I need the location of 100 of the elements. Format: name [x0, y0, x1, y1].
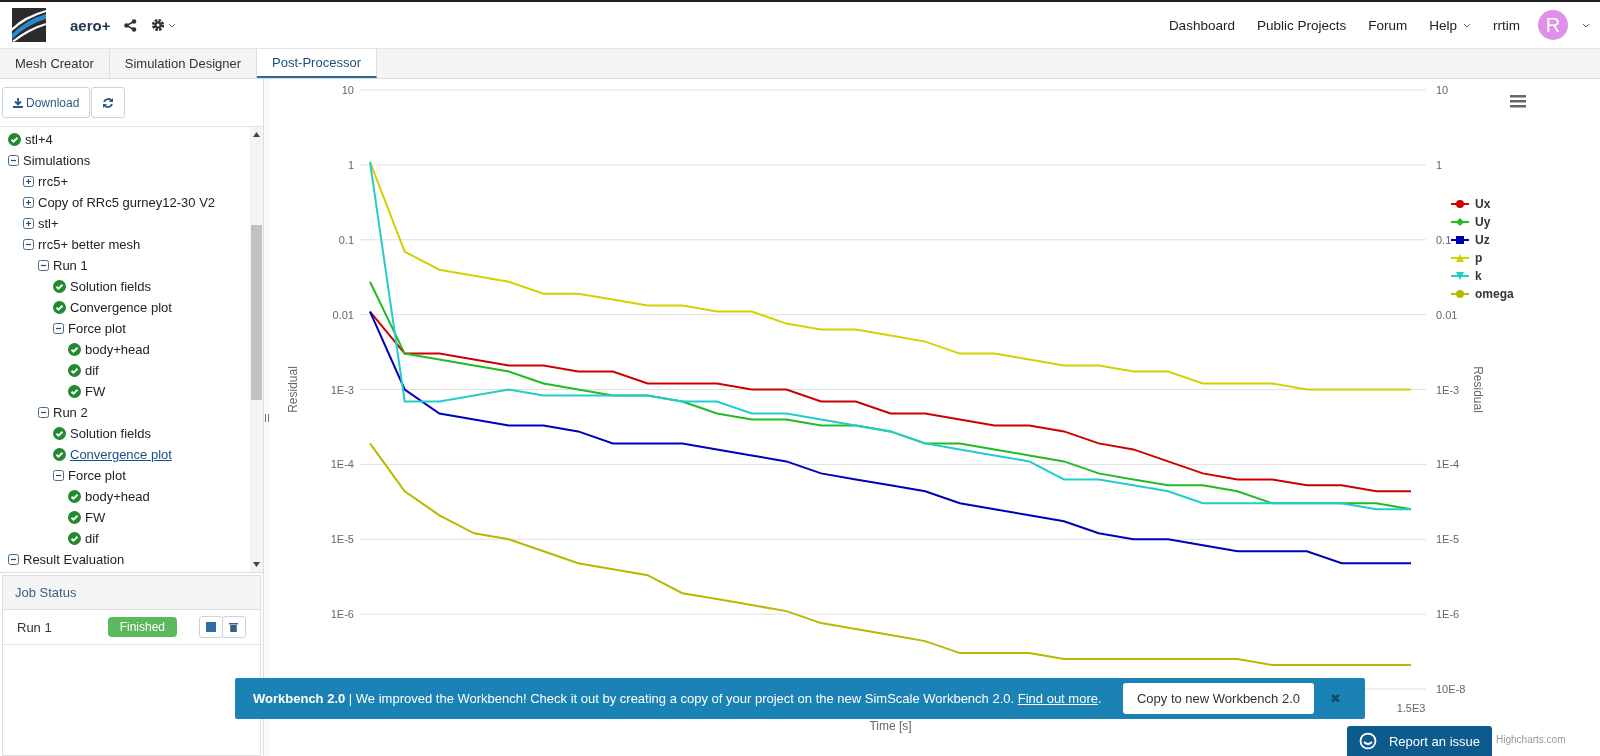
axis-label: 1 [347, 158, 354, 171]
axis-label: 1E-6 [330, 608, 354, 621]
check-circle-icon [68, 364, 81, 377]
scroll-up-icon[interactable] [253, 132, 260, 137]
collapse-icon[interactable] [38, 260, 49, 271]
check-circle-icon [68, 532, 81, 545]
tree-item[interactable]: Convergence plot [0, 297, 250, 318]
tree-item[interactable]: Run 1 [0, 255, 250, 276]
check-circle-icon [53, 301, 66, 314]
job-name: Run 1 [17, 619, 53, 635]
refresh-button[interactable] [91, 87, 126, 118]
stop-icon [205, 622, 216, 632]
axis-label: 0.1 [1436, 233, 1452, 246]
axis-label: 1E-4 [330, 458, 354, 471]
axis-label: 1E-4 [1436, 458, 1460, 471]
nav-link[interactable]: Dashboard [1164, 17, 1239, 33]
tree-item[interactable]: Simulations [0, 150, 250, 171]
axis-title: Residual [1471, 366, 1485, 413]
axis-label: 1 [1436, 158, 1443, 171]
expand-icon[interactable] [23, 218, 34, 229]
nav-link[interactable]: Help [1425, 17, 1475, 33]
tree-item[interactable]: Solution fields [0, 276, 250, 297]
tree-item[interactable]: rrc5+ [0, 171, 250, 192]
caret-icon[interactable] [1582, 22, 1590, 28]
axis-label: 1E-3 [1436, 383, 1460, 396]
check-circle-icon [68, 385, 81, 398]
axis-label: 0.1 [338, 233, 354, 246]
caret-icon [1463, 22, 1471, 28]
copy-button[interactable]: Copy to new Workbench 2.0 [1122, 683, 1314, 714]
delete-button[interactable] [221, 616, 246, 638]
check-circle-icon [68, 511, 81, 524]
tree-item[interactable]: body+head [0, 339, 250, 360]
axis-label: 1E-5 [1436, 533, 1460, 546]
tab[interactable]: Post-Processor [257, 49, 377, 78]
collapse-icon[interactable] [23, 239, 34, 250]
axis-label: 10 [341, 84, 354, 96]
stop-button[interactable] [198, 616, 223, 638]
report-issue-button[interactable]: Report an issue [1347, 726, 1492, 756]
legend-item[interactable]: Uz [1450, 233, 1490, 247]
tree-item[interactable]: body+head [0, 486, 250, 507]
legend-item[interactable]: Ux [1450, 197, 1491, 211]
banner-message: Workbench 2.0 | We improved the Workbench! Check it out by creating a copy of your project on the new SimScale Workbench 2.0. Find out more. [253, 691, 1103, 706]
nav-link[interactable]: Public Projects [1252, 17, 1351, 33]
axis-label: 10 [1436, 84, 1449, 96]
tab[interactable]: Mesh Creator [0, 49, 110, 78]
check-circle-icon [53, 427, 66, 440]
collapse-icon[interactable] [38, 407, 49, 418]
nav-link[interactable]: Forum [1364, 17, 1412, 33]
check-circle-icon [68, 490, 81, 503]
scrollbar[interactable] [250, 127, 263, 572]
status-badge: Finished [107, 617, 177, 637]
tree-item[interactable]: FW [0, 507, 250, 528]
axis-label: 0.01 [1436, 308, 1458, 321]
tree-item[interactable]: rrc5+ better mesh [0, 234, 250, 255]
axis-label: 1E-3 [330, 383, 354, 396]
menu-icon[interactable] [1510, 95, 1526, 108]
legend-item[interactable]: p [1450, 251, 1483, 265]
tree-item[interactable]: Result Evaluation [0, 549, 250, 570]
tree-item[interactable]: Copy of RRc5 gurney12-30 V2 [0, 192, 250, 213]
scroll-down-icon[interactable] [253, 562, 260, 567]
tree-item[interactable]: Force plot [0, 465, 250, 486]
axis-label: 1.5E3 [1396, 702, 1426, 714]
legend-item[interactable]: Uy [1450, 215, 1491, 229]
brand-name[interactable]: aero+ [70, 16, 111, 34]
check-circle-icon [68, 343, 81, 356]
tree-item[interactable]: stl+ [0, 213, 250, 234]
trash-icon [229, 622, 239, 632]
tree-item[interactable]: Solution fields [0, 423, 250, 444]
user-name[interactable]: rrtim [1489, 17, 1524, 33]
download-button[interactable]: Download [2, 87, 91, 118]
legend-item[interactable]: omega [1450, 287, 1514, 301]
axis-title: Residual [286, 366, 300, 413]
share-icon[interactable] [124, 18, 138, 32]
axis-title: Time [s] [869, 719, 912, 733]
panel-title: Job Status [3, 576, 260, 610]
tree-item[interactable]: Convergence plot [0, 444, 250, 465]
tree-item[interactable]: Force plot [0, 318, 250, 339]
axis-label: 10E-8 [1436, 683, 1466, 695]
tree-item[interactable]: dif [0, 528, 250, 549]
check-circle-icon [53, 280, 66, 293]
axis-label: 1E-5 [330, 533, 354, 546]
collapse-icon[interactable] [53, 470, 64, 481]
collapse-icon[interactable] [53, 323, 64, 334]
tree-item[interactable]: dif [0, 360, 250, 381]
collapse-icon[interactable] [8, 155, 19, 166]
check-circle-icon [53, 448, 66, 461]
expand-icon[interactable] [23, 197, 34, 208]
collapse-icon[interactable] [8, 554, 19, 565]
axis-label: 1E-6 [1436, 608, 1460, 621]
logo-icon[interactable] [12, 8, 46, 42]
tree-item[interactable]: stl+4 [0, 129, 250, 150]
tree-item[interactable]: Run 2 [0, 402, 250, 423]
find-out-more-link[interactable]: Find out more [1017, 691, 1098, 706]
tree-item[interactable]: FW [0, 381, 250, 402]
refresh-icon [102, 96, 115, 109]
settings-icon[interactable] [151, 18, 178, 32]
download-icon [13, 97, 23, 108]
check-circle-icon [8, 133, 21, 146]
expand-icon[interactable] [23, 176, 34, 187]
legend-item[interactable]: k [1450, 269, 1482, 283]
